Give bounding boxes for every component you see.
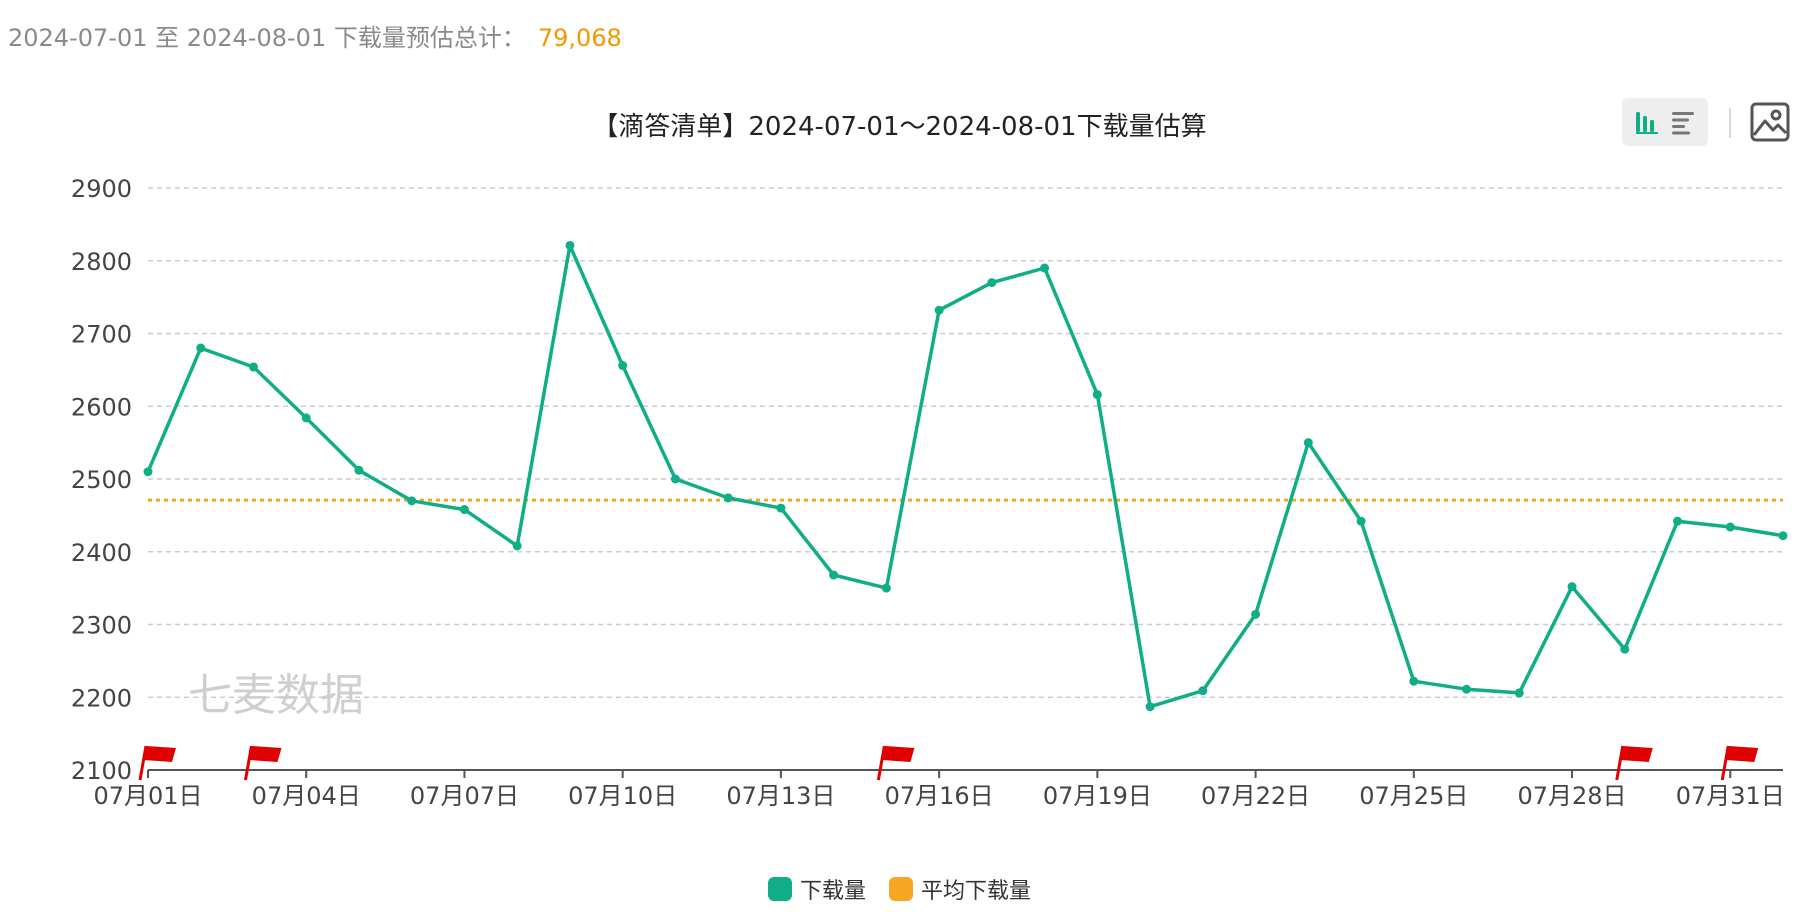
data-point[interactable] [1092, 390, 1102, 400]
data-point[interactable] [354, 465, 364, 475]
y-tick-label: 2700 [71, 321, 132, 349]
data-point[interactable] [1725, 522, 1735, 532]
data-point[interactable] [1303, 438, 1313, 448]
data-point[interactable] [829, 570, 839, 580]
y-tick-label: 2100 [71, 757, 132, 785]
data-point[interactable] [987, 278, 997, 288]
downloads-series-line [146, 243, 1784, 709]
x-tick-label: 07月31日 [1676, 782, 1785, 810]
data-point[interactable] [1198, 686, 1208, 696]
legend: 下载量 平均下载量 [0, 873, 1799, 905]
data-point[interactable] [1356, 516, 1366, 526]
data-point[interactable] [1673, 516, 1683, 526]
data-point[interactable] [565, 240, 575, 250]
flag-icon[interactable] [138, 745, 176, 781]
y-tick-label: 2200 [71, 684, 132, 712]
data-point[interactable] [1462, 684, 1472, 694]
data-point[interactable] [776, 503, 786, 513]
data-point[interactable] [1251, 609, 1261, 619]
data-point[interactable] [248, 362, 258, 372]
line-chart: 七麦数据 2100 2200 2300 2400 2500 2600 2700 2800 290… [71, 175, 1788, 810]
y-tick-label: 2800 [71, 248, 132, 276]
x-tick-label: 07月10日 [568, 782, 677, 810]
x-tick-label: 07月19日 [1043, 782, 1152, 810]
x-tick-label: 07月04日 [252, 782, 361, 810]
legend-swatch-average [889, 877, 913, 901]
data-point[interactable] [1040, 263, 1050, 273]
legend-swatch-downloads [767, 877, 792, 901]
x-tick-label: 07月07日 [410, 782, 519, 810]
data-point[interactable] [143, 467, 153, 477]
y-tick-label: 2900 [71, 175, 132, 203]
y-tick-label: 2500 [71, 466, 132, 494]
flag-icon[interactable] [1720, 745, 1759, 781]
x-tick-label: 07月22日 [1201, 782, 1310, 810]
legend-item-downloads[interactable]: 下载量 [767, 873, 866, 905]
data-point[interactable] [1145, 702, 1155, 712]
data-point[interactable] [407, 496, 417, 506]
watermark: 七麦数据 [188, 670, 364, 721]
legend-item-average[interactable]: 平均下载量 [889, 873, 1031, 905]
flag-icon[interactable] [1615, 745, 1653, 781]
data-point[interactable] [459, 505, 469, 515]
data-point[interactable] [1514, 688, 1524, 698]
x-tick-label: 07月01日 [93, 782, 202, 810]
y-tick-label: 2300 [71, 612, 132, 640]
data-point[interactable] [670, 474, 680, 484]
x-tick-label: 07月13日 [726, 782, 835, 810]
x-tick-label: 07月25日 [1359, 782, 1468, 810]
data-point[interactable] [196, 343, 206, 353]
data-point[interactable] [618, 361, 628, 371]
data-point[interactable] [881, 583, 891, 593]
data-point[interactable] [301, 413, 311, 423]
flag-icon[interactable] [876, 745, 915, 781]
x-tick-label: 07月28日 [1517, 782, 1626, 810]
data-point[interactable] [1620, 644, 1630, 654]
legend-label-downloads: 下载量 [799, 879, 866, 904]
data-point[interactable] [1778, 531, 1788, 541]
legend-label-average: 平均下载量 [921, 879, 1032, 904]
data-point[interactable] [1567, 582, 1577, 592]
flag-icon[interactable] [244, 745, 282, 781]
data-point[interactable] [1409, 676, 1419, 686]
data-point[interactable] [723, 493, 733, 503]
y-tick-label: 2600 [71, 393, 132, 421]
data-point[interactable] [512, 541, 522, 551]
y-tick-label: 2400 [71, 539, 132, 567]
x-tick-label: 07月16日 [885, 782, 994, 810]
data-point[interactable] [934, 305, 944, 315]
